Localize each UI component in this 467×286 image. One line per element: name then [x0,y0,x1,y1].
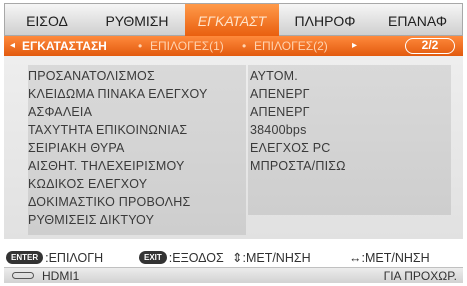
setting-test-pattern[interactable]: ΔΟΚΙΜΑΣΤΙΚΟ ΠΡΟΒΟΛΗΣ [28,195,190,209]
help-leftright: ↔:ΜΕΤ/ΝΗΣΗ [349,250,430,265]
setting-remote-sensor[interactable]: ΑΙΣΘΗΤ. ΤΗΛΕΧΕΙΡΙΣΜΟΥ [28,159,185,173]
help-exit-text: :ΕΞΟΔΟΣ [168,250,224,265]
help-enter: ENTER :ΕΠΙΛΟΓΗ [6,248,103,267]
page-indicator: 2/2 [405,38,455,54]
setting-remote-sensor-value: ΜΠΡΟΣΤΑ/ΠΙΣΩ [250,159,346,173]
hdmi-connector-icon [12,272,34,279]
setting-orientation-value: ΑΥΤΟΜ. [250,69,298,83]
tab-adjust[interactable]: ΡΥΘΜΙΣΗ [89,4,185,37]
source-label: HDMI1 [42,269,80,283]
setting-control-panel-lock-value: ΑΠΕΝΕΡΓ [250,87,310,101]
projector-osd-menu: ΕΙΣΟΔ ΡΥΘΜΙΣΗ ΕΓΚΑΤΑΣΤ ΠΛΗΡΟΦ ΕΠΑΝΑΦ ◂ Ε… [0,0,467,286]
tab-reset[interactable]: ΕΠΑΝΑΦ [371,4,464,37]
subtab-separator: • [242,39,247,53]
enter-key-icon: ENTER [6,251,44,264]
setting-communication-speed-value: 38400bps [250,123,307,137]
tab-info[interactable]: ΠΛΗΡΟΦ [279,4,371,37]
subtab-options-2[interactable]: ΕΠΙΛΟΓΕΣ(2) [254,36,328,56]
help-enter-text: :ΕΠΙΛΟΓΗ [45,250,104,265]
help-exit: EXIT :ΕΞΟΔΟΣ [139,248,224,267]
help-updown: ⇕:ΜΕΤ/ΝΗΣΗ [232,251,311,265]
right-arrow-icon[interactable]: ▸ [352,36,357,56]
setting-control-id[interactable]: ΚΩΔΙΚΟΣ ΕΛΕΓΧΟΥ [28,177,147,191]
setting-communication-speed[interactable]: ΤΑΧΥΤΗΤΑ ΕΠΙΚΟΙΝΩΝΙΑΣ [28,123,187,137]
subtab-options-1[interactable]: ΕΠΙΛΟΓΕΣ(1) [150,36,224,56]
setting-serial-port[interactable]: ΣΕΙΡΙΑΚΗ ΘΥΡΑ [28,141,125,155]
setting-security[interactable]: ΑΣΦΑΛΕΙΑ [28,105,92,119]
subtab-installation[interactable]: ΕΓΚΑΤΑΣΤΑΣΗ [22,36,107,56]
left-arrow-icon[interactable]: ◂ [10,36,15,56]
setting-serial-port-value: ΕΛΕΓΧΟΣ PC [250,141,331,155]
setting-security-value: ΑΠΕΝΕΡΓ [250,105,310,119]
advanced-hint: ΓΙΑ ΠΡΟΧΩΡ. [383,269,457,283]
setting-control-panel-lock[interactable]: ΚΛΕΙΔΩΜΑ ΠΙΝΑΚΑ ΕΛΕΓΧΟΥ [28,87,208,101]
exit-key-icon: EXIT [139,251,167,264]
setting-orientation[interactable]: ΠΡΟΣΑΝΑΤΟΛΙΣΜΟΣ [28,69,155,83]
tab-input[interactable]: ΕΙΣΟΔ [5,4,89,37]
setting-network-settings[interactable]: ΡΥΘΜΙΣΕΙΣ ΔΙΚΤΥΟΥ [28,213,154,227]
sub-tab-bar: ◂ ΕΓΚΑΤΑΣΤΑΣΗ • ΕΠΙΛΟΓΕΣ(1) • ΕΠΙΛΟΓΕΣ(2… [4,36,463,56]
subtab-separator: • [138,39,143,53]
tab-setup[interactable]: ΕΓΚΑΤΑΣΤ [185,4,279,37]
help-bar: ENTER :ΕΠΙΛΟΓΗ EXIT :ΕΞΟΔΟΣ ⇕:ΜΕΤ/ΝΗΣΗ ↔… [4,248,463,267]
status-bar: HDMI1 ΓΙΑ ΠΡΟΧΩΡ. [4,267,463,283]
main-tab-bar: ΕΙΣΟΔ ΡΥΘΜΙΣΗ ΕΓΚΑΤΑΣΤ ΠΛΗΡΟΦ ΕΠΑΝΑΦ [4,3,464,37]
